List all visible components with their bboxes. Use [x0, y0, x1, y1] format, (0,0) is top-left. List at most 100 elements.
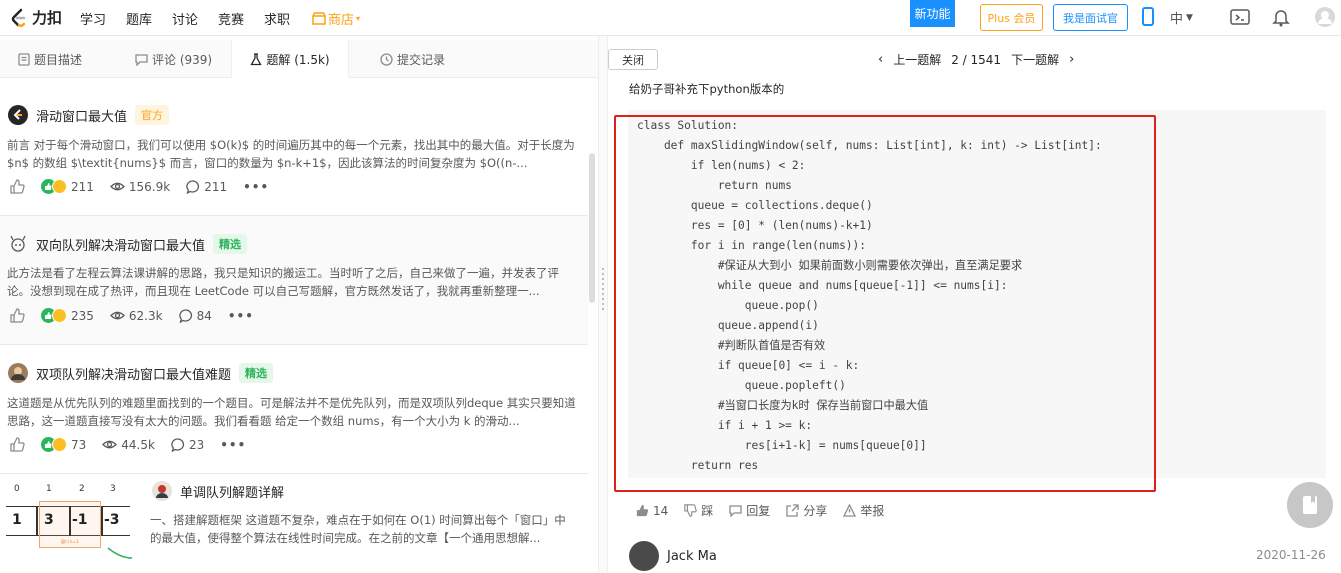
tab-submissions-label: 提交记录 — [397, 52, 446, 67]
report-button[interactable]: 举报 — [843, 502, 884, 519]
solution-title[interactable]: 双向队列解决滑动窗口最大值 — [36, 235, 205, 254]
nav-jobs[interactable]: 求职 — [264, 9, 290, 28]
dislike-button[interactable]: 踩 — [684, 502, 713, 519]
reply-button[interactable]: 回复 — [729, 502, 770, 519]
share-label: 分享 — [803, 504, 828, 518]
tab-solutions[interactable]: 题解 (1.5k) — [231, 40, 349, 78]
chevron-down-icon: ▼ — [1186, 12, 1193, 23]
tab-description-label: 题目描述 — [34, 52, 83, 67]
reaction-count: 211 — [71, 179, 94, 194]
tab-comments[interactable]: 评论 (939) — [135, 40, 212, 78]
views: 62.3k — [109, 308, 163, 323]
leetcode-logo-icon — [11, 8, 26, 27]
diagram-caption: 窗口 k=3 — [61, 539, 79, 544]
chevron-left-icon[interactable]: ‹ — [878, 52, 883, 67]
tab-solutions-label: 题解 (1.5k) — [266, 52, 330, 67]
solution-item[interactable]: 双项队列解决滑动窗口最大值难题 精选 这道题是从优先队列的难题里面找到的一个题目… — [0, 345, 588, 474]
language-selector[interactable]: 中 ▼ — [1170, 8, 1193, 27]
comment-bubble-icon — [171, 437, 185, 452]
emoji-reaction-icon — [52, 179, 67, 194]
like-button[interactable] — [10, 179, 25, 194]
logo-text: 力扣 — [32, 9, 63, 27]
reactions[interactable] — [41, 179, 67, 194]
comment-bubble-icon — [186, 179, 200, 194]
like-button[interactable] — [10, 308, 25, 323]
post-date: 2020-11-26 — [1256, 548, 1326, 562]
nav-learn[interactable]: 学习 — [80, 9, 106, 28]
solution-item[interactable]: 0 1 2 3 1 3 -1 -3 窗口 k=3 单调队列解题详解 一、搭建解题… — [0, 474, 588, 573]
view-count: 62.3k — [128, 308, 163, 323]
avatar — [152, 481, 172, 501]
solution-title[interactable]: 单调队列解题详解 — [180, 482, 284, 501]
comment-icon — [135, 53, 148, 66]
prev-solution-button[interactable]: 上一题解 — [893, 51, 941, 68]
store-icon — [312, 12, 326, 25]
playground-icon[interactable] — [1230, 9, 1250, 30]
solution-summary: 前言 对于每个滑动窗口，我们可以使用 $O(k)$ 的时间遍历其中的每一个元素，… — [7, 138, 575, 170]
like-button[interactable]: 14 — [636, 502, 668, 519]
comments[interactable]: 211 — [186, 180, 227, 194]
author-name[interactable]: Jack Ma — [667, 549, 717, 564]
author-info[interactable]: Jack Ma — [629, 541, 717, 571]
share-button[interactable]: 分享 — [786, 502, 827, 519]
solution-title[interactable]: 双项队列解决滑动窗口最大值难题 — [36, 364, 231, 383]
notes-button[interactable] — [1287, 482, 1333, 528]
solution-summary: 这道题是从优先队列的难题里面找到的一个题目。可是解法并不是优先队列，而是双项队列… — [7, 396, 576, 428]
comments[interactable]: 23 — [171, 438, 204, 452]
more-icon[interactable]: ••• — [228, 309, 254, 323]
share-icon — [786, 504, 799, 517]
report-label: 举报 — [860, 504, 885, 518]
bell-icon[interactable] — [1272, 8, 1290, 31]
more-icon[interactable]: ••• — [220, 438, 246, 452]
official-badge: 官方 — [135, 105, 170, 125]
notebook-icon — [1303, 496, 1317, 514]
diagram-index: 1 — [46, 484, 52, 494]
interviewer-button[interactable]: 我是面试官 — [1053, 4, 1128, 31]
more-icon[interactable]: ••• — [243, 180, 269, 194]
diagram-index: 2 — [79, 484, 85, 494]
nav-contest[interactable]: 竞赛 — [218, 9, 244, 28]
eye-icon — [109, 311, 125, 320]
next-solution-button[interactable]: 下一题解 — [1011, 51, 1059, 68]
comment-count: 84 — [196, 308, 212, 323]
plus-member-button[interactable]: Plus 会员 — [980, 4, 1043, 31]
comments[interactable]: 84 — [178, 308, 212, 323]
nav-store[interactable]: 商店 ▾ — [312, 9, 360, 28]
leetcode-logo[interactable]: 力扣 — [10, 7, 62, 28]
diagram-cell: -3 — [104, 512, 120, 528]
dislike-label: 踩 — [701, 504, 714, 518]
solution-item[interactable]: 滑动窗口最大值 官方 前言 对于每个滑动窗口，我们可以使用 $O(k)$ 的时间… — [0, 88, 588, 216]
new-feature-button[interactable]: 新功能 — [910, 0, 955, 27]
thumbs-up-icon — [10, 308, 25, 323]
mobile-icon[interactable] — [1142, 7, 1154, 31]
tab-description[interactable]: 题目描述 — [18, 40, 82, 78]
thumbs-up-icon — [10, 179, 25, 194]
reply-label: 回复 — [746, 504, 771, 518]
highlight-box — [614, 115, 1156, 492]
close-button[interactable]: 关闭 — [608, 49, 658, 70]
document-icon — [18, 52, 30, 66]
diagram-cell: -1 — [72, 512, 88, 528]
avatar[interactable] — [629, 541, 659, 571]
nav-discuss[interactable]: 讨论 — [172, 9, 198, 28]
chevron-down-icon: ▾ — [356, 14, 361, 23]
tab-submissions[interactable]: 提交记录 — [380, 40, 445, 78]
user-avatar-icon[interactable] — [1314, 6, 1336, 32]
diagram-cell: 3 — [44, 512, 54, 528]
views: 156.9k — [109, 180, 170, 194]
flask-icon — [250, 52, 262, 65]
drag-handle[interactable] — [602, 268, 604, 310]
solution-actions: 14 踩 回复 分享 举报 — [636, 502, 884, 519]
reactions[interactable] — [41, 308, 67, 323]
solution-title[interactable]: 滑动窗口最大值 — [36, 106, 127, 125]
reply-icon — [729, 505, 742, 517]
comment-bubble-icon — [178, 308, 192, 323]
list-scrollbar[interactable] — [589, 153, 595, 303]
like-button[interactable] — [10, 437, 25, 452]
solution-item[interactable]: 双向队列解决滑动窗口最大值 精选 此方法是看了左程云算法课讲解的思路，我只是知识… — [0, 216, 588, 345]
nav-problemset[interactable]: 题库 — [126, 9, 152, 28]
solution-intro: 给奶子哥补充下python版本的 — [629, 82, 785, 96]
thumbs-down-icon — [684, 504, 697, 517]
chevron-right-icon[interactable]: › — [1069, 52, 1074, 67]
reactions[interactable] — [41, 437, 67, 452]
